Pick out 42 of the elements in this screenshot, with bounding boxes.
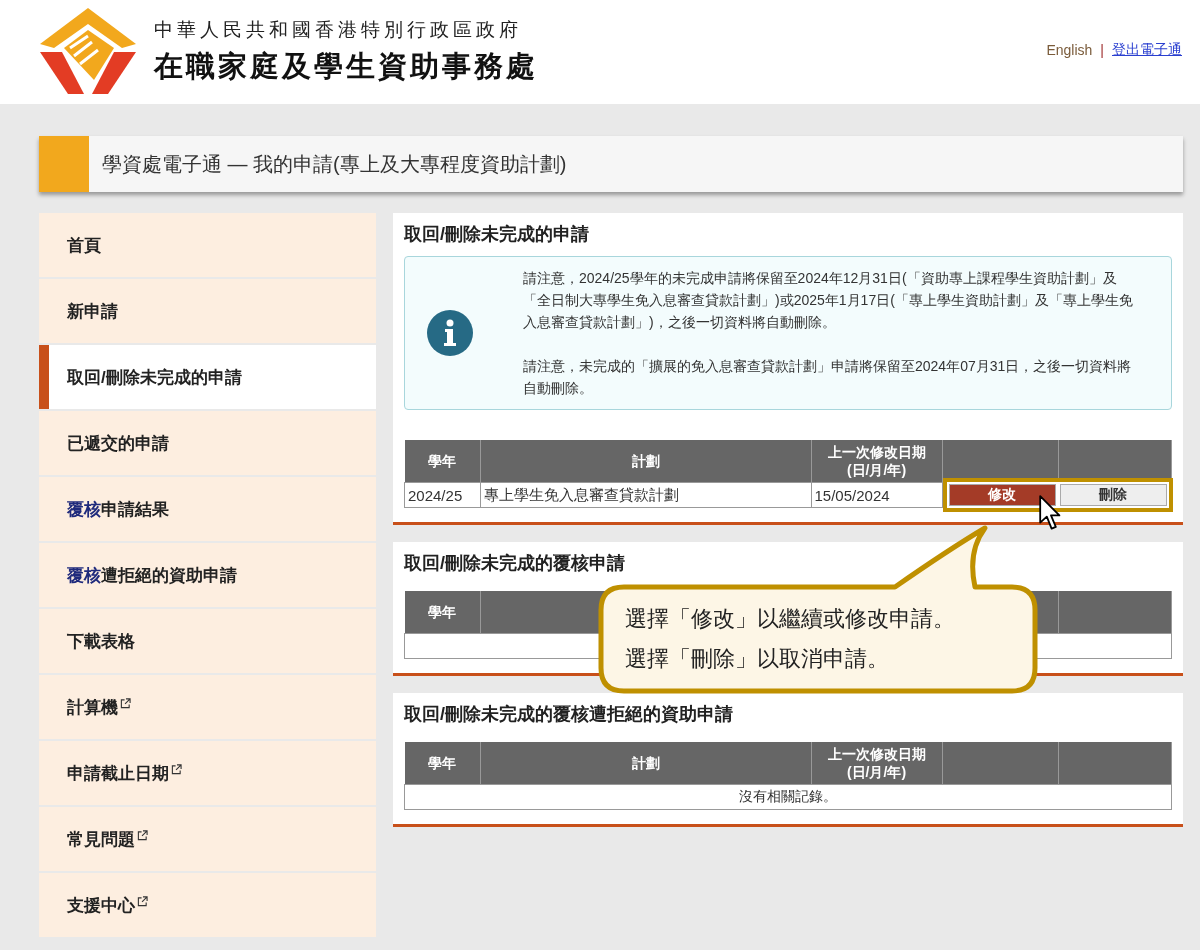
edit-button[interactable]: 修改 — [948, 484, 1056, 506]
section-title: 取回/刪除未完成的覆核遭拒絕的資助申請 — [404, 703, 734, 726]
sidebar-item[interactable]: 申請截止日期 — [39, 741, 376, 805]
column-header: 學年 — [404, 742, 480, 785]
empty-message: 沒有相關記錄。 — [404, 784, 1172, 810]
logout-link[interactable]: 登出電子通 — [1112, 41, 1182, 59]
callout-text: 選擇「刪除」以取消申請。 — [625, 645, 889, 673]
notice-text: 請注意，2024/25學年的未完成申請將保留至2024年12月31日(「資助專上課程學生資助計劃」及「全日制大專學生免入息審查貸款計劃」)或2025年1月17日(「專上學生資助計劃」及「專上學生免入息審查貸款計劃」)，之後一切資料將自動刪除。 — [523, 269, 1134, 332]
table-cell: 15/05/2024 — [811, 482, 942, 508]
external-link-icon — [137, 895, 148, 907]
sidebar-item[interactable]: 覆核申請結果 — [39, 477, 376, 541]
callout-text: 選擇「修改」以繼續或修改申請。 — [625, 605, 955, 633]
section-title: 取回/刪除未完成的覆核申請 — [404, 552, 626, 575]
page-title: 學資處電子通 — 我的申請(專上及大專程度資助計劃) — [101, 151, 567, 177]
section-title: 取回/刪除未完成的申請 — [404, 223, 590, 246]
sidebar-item[interactable]: 常見問題 — [39, 807, 376, 871]
link-separator: | — [1100, 42, 1104, 58]
external-link-icon — [137, 829, 148, 841]
column-header: 上一次修改日期 (日/月/年) — [811, 440, 942, 483]
external-link-icon — [120, 697, 131, 709]
sidebar-item[interactable]: 取回/刪除未完成的申請 — [39, 345, 376, 409]
sidebar-item[interactable]: 覆核遭拒絕的資助申請 — [39, 543, 376, 607]
sidebar-item[interactable]: 新申請 — [39, 279, 376, 343]
sidebar-item[interactable]: 已遞交的申請 — [39, 411, 376, 475]
notice-text: 請注意，未完成的「擴展的免入息審查貸款計劃」申請將保留至2024年07月31日，之後一切資料將自動刪除。 — [523, 357, 1133, 398]
column-header: 學年 — [404, 440, 480, 483]
sidebar-item[interactable]: 支援中心 — [39, 873, 376, 937]
sidebar-item[interactable]: 計算機 — [39, 675, 376, 739]
sidebar-item[interactable]: 首頁 — [39, 213, 376, 277]
delete-button[interactable]: 刪除 — [1059, 484, 1167, 506]
column-header: 上一次修改日期 (日/月/年) — [811, 742, 942, 785]
column-header: 計劃 — [480, 742, 811, 785]
table-cell: 專上學生免入息審查貸款計劃 — [480, 482, 811, 508]
sidebar-item[interactable]: 下載表格 — [39, 609, 376, 673]
info-icon — [427, 310, 473, 356]
agency-name: 在職家庭及學生資助事務處 — [154, 49, 538, 84]
language-link[interactable]: English — [1046, 42, 1093, 58]
government-name: 中華人民共和國香港特別行政區政府 — [154, 18, 523, 42]
table-cell: 2024/25 — [404, 482, 480, 508]
external-link-icon — [171, 763, 182, 775]
column-header: 學年 — [404, 591, 480, 634]
column-header: 計劃 — [480, 440, 811, 483]
